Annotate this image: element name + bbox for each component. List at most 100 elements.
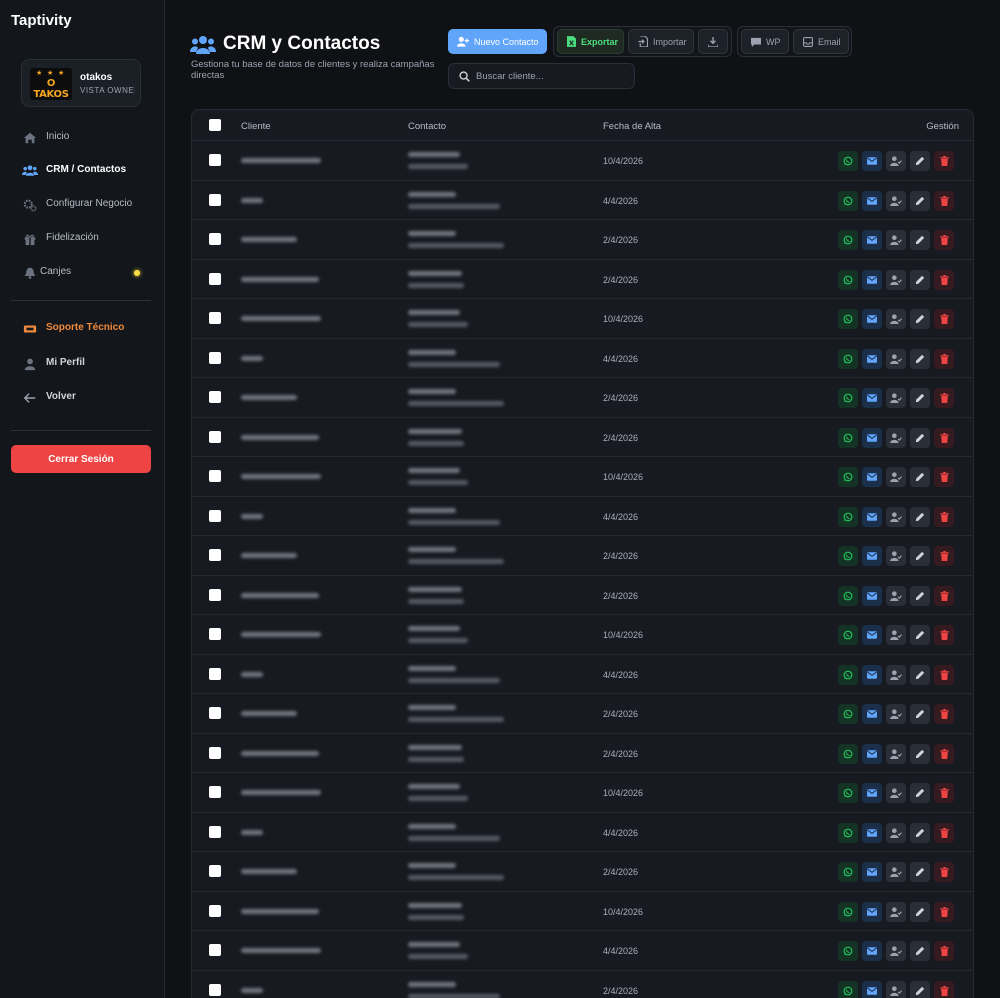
edit-button[interactable] (910, 190, 930, 211)
email-button[interactable] (862, 190, 882, 211)
row-checkbox[interactable] (209, 825, 221, 838)
whatsapp-button[interactable] (838, 388, 858, 408)
loyalty-button[interactable] (886, 783, 906, 803)
table-row[interactable]: 2/4/2026 (192, 576, 973, 615)
whatsapp-button[interactable] (838, 190, 858, 211)
table-row[interactable]: 2/4/2026 (192, 220, 973, 260)
edit-button[interactable] (910, 901, 930, 922)
table-row[interactable]: 10/4/2026 (192, 299, 973, 339)
email-button[interactable] (862, 269, 882, 290)
row-checkbox[interactable] (209, 667, 221, 680)
delete-button[interactable] (934, 309, 954, 329)
table-row[interactable]: 10/4/2026 (192, 773, 973, 813)
whatsapp-button[interactable] (838, 704, 858, 724)
table-row[interactable]: 10/4/2026 (192, 141, 973, 181)
edit-button[interactable] (910, 506, 930, 527)
sidebar-item-inicio[interactable]: Inicio (12, 124, 152, 152)
row-checkbox[interactable] (209, 430, 221, 443)
sidebar-item-volver[interactable]: Volver (12, 384, 152, 412)
edit-button[interactable] (910, 980, 930, 998)
delete-button[interactable] (934, 190, 954, 211)
email-button[interactable] (862, 822, 882, 843)
export-button[interactable]: Exportar (557, 29, 624, 54)
edit-button[interactable] (910, 230, 930, 250)
whatsapp-campaign-button[interactable]: WP (741, 29, 789, 54)
whatsapp-button[interactable] (838, 230, 858, 250)
whatsapp-button[interactable] (838, 980, 858, 998)
email-button[interactable] (862, 941, 882, 961)
search-input[interactable] (476, 68, 626, 85)
edit-button[interactable] (910, 862, 930, 882)
row-checkbox[interactable] (209, 351, 221, 364)
sidebar-item-soporte-tecnico[interactable]: Soporte Técnico (12, 315, 152, 343)
table-row[interactable]: 4/4/2026 (192, 813, 973, 852)
whatsapp-button[interactable] (838, 269, 858, 290)
edit-button[interactable] (910, 546, 930, 566)
loyalty-button[interactable] (886, 269, 906, 290)
loyalty-button[interactable] (886, 309, 906, 329)
loyalty-button[interactable] (886, 506, 906, 527)
row-checkbox[interactable] (209, 193, 221, 206)
table-row[interactable]: 2/4/2026 (192, 260, 973, 299)
row-checkbox[interactable] (209, 470, 221, 482)
email-button[interactable] (862, 901, 882, 922)
edit-button[interactable] (910, 664, 930, 685)
loyalty-button[interactable] (886, 190, 906, 211)
whatsapp-button[interactable] (838, 506, 858, 527)
whatsapp-button[interactable] (838, 822, 858, 843)
whatsapp-button[interactable] (838, 743, 858, 764)
email-button[interactable] (862, 309, 882, 329)
row-checkbox[interactable] (209, 865, 221, 877)
row-checkbox[interactable] (209, 786, 221, 798)
delete-button[interactable] (934, 348, 954, 369)
loyalty-button[interactable] (886, 980, 906, 998)
row-checkbox[interactable] (209, 509, 221, 522)
sidebar-item-configurar-negocio[interactable]: Configurar Negocio (12, 191, 152, 219)
whatsapp-button[interactable] (838, 546, 858, 566)
download-template-button[interactable] (698, 29, 728, 54)
email-button[interactable] (862, 664, 882, 685)
email-button[interactable] (862, 230, 882, 250)
table-row[interactable]: 2/4/2026 (192, 536, 973, 576)
edit-button[interactable] (910, 309, 930, 329)
whatsapp-button[interactable] (838, 309, 858, 329)
email-button[interactable] (862, 506, 882, 527)
loyalty-button[interactable] (886, 941, 906, 961)
row-checkbox[interactable] (209, 272, 221, 285)
edit-button[interactable] (910, 704, 930, 724)
delete-button[interactable] (934, 427, 954, 448)
new-contact-button[interactable]: Nuevo Contacto (448, 29, 547, 54)
table-row[interactable]: 10/4/2026 (192, 615, 973, 655)
row-checkbox[interactable] (209, 707, 221, 719)
table-row[interactable]: 4/4/2026 (192, 655, 973, 694)
email-button[interactable] (862, 980, 882, 998)
delete-button[interactable] (934, 546, 954, 566)
loyalty-button[interactable] (886, 585, 906, 606)
delete-button[interactable] (934, 822, 954, 843)
edit-button[interactable] (910, 269, 930, 290)
loyalty-button[interactable] (886, 151, 906, 171)
edit-button[interactable] (910, 348, 930, 369)
email-button[interactable] (862, 704, 882, 724)
delete-button[interactable] (934, 151, 954, 171)
edit-button[interactable] (910, 151, 930, 171)
row-checkbox[interactable] (209, 391, 221, 403)
table-row[interactable]: 4/4/2026 (192, 931, 973, 971)
edit-button[interactable] (910, 388, 930, 408)
whatsapp-button[interactable] (838, 467, 858, 487)
delete-button[interactable] (934, 783, 954, 803)
whatsapp-button[interactable] (838, 862, 858, 882)
email-button[interactable] (862, 783, 882, 803)
whatsapp-button[interactable] (838, 427, 858, 448)
delete-button[interactable] (934, 862, 954, 882)
table-row[interactable]: 2/4/2026 (192, 378, 973, 418)
table-row[interactable]: 4/4/2026 (192, 497, 973, 536)
loyalty-button[interactable] (886, 625, 906, 645)
import-button[interactable]: Importar (628, 29, 694, 54)
sidebar-item-canjes[interactable]: Canjes (12, 259, 152, 287)
table-row[interactable]: 2/4/2026 (192, 694, 973, 734)
table-row[interactable]: 2/4/2026 (192, 734, 973, 773)
whatsapp-button[interactable] (838, 941, 858, 961)
delete-button[interactable] (934, 743, 954, 764)
email-button[interactable] (862, 151, 882, 171)
